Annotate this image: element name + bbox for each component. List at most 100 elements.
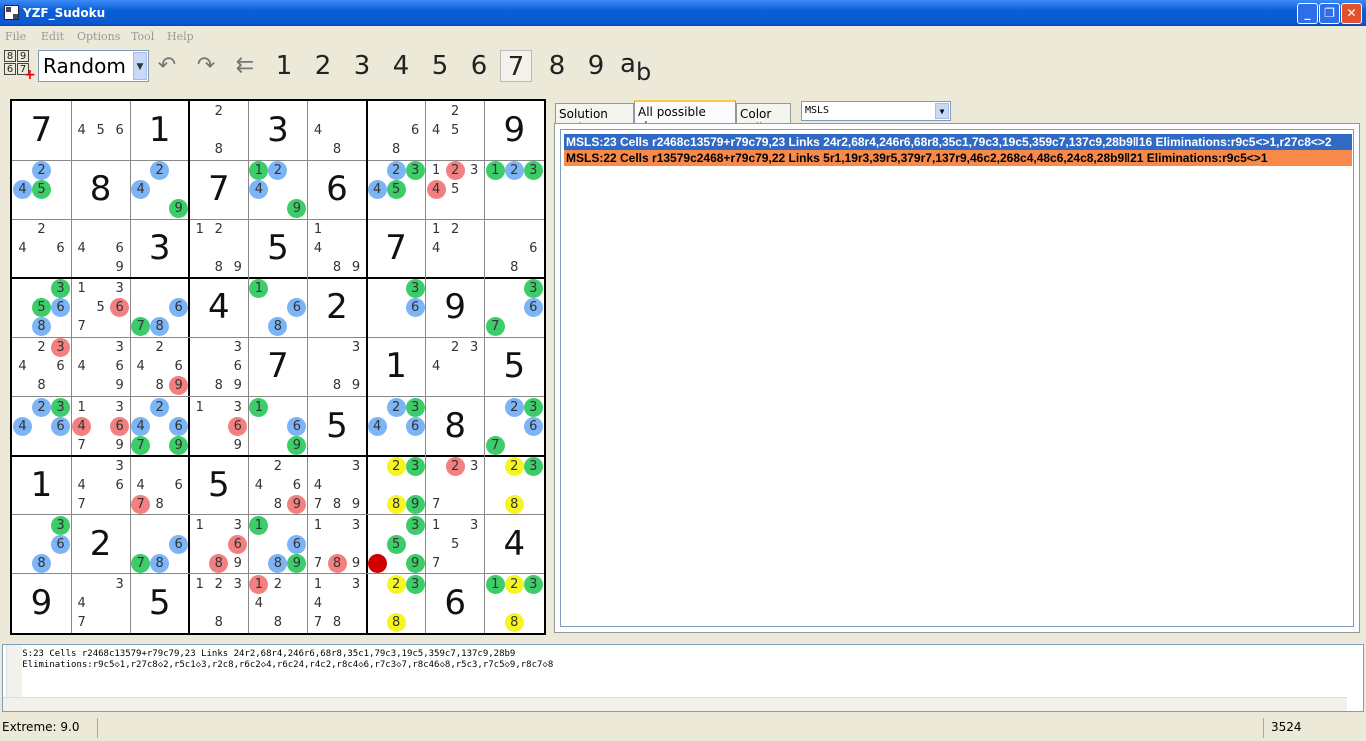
cell-r8c8[interactable]: 1 357 (426, 515, 485, 574)
maximize-button[interactable]: ❐ (1319, 3, 1340, 24)
menu-tool[interactable]: Tool (131, 30, 154, 43)
cell-r7c1[interactable]: 1 (12, 456, 71, 515)
close-button[interactable]: ✕ (1341, 3, 1362, 24)
menu-options[interactable]: Options (77, 30, 120, 43)
cell-r4c6[interactable]: 2 (308, 278, 367, 337)
cell-r5c5[interactable]: 7 (248, 337, 307, 396)
cell-r9c7[interactable]: 23 8 (367, 574, 426, 633)
back-arrow-icon[interactable]: ⇇ (231, 52, 259, 80)
step-item[interactable]: MSLS:22 Cells r13579c2468+r79c79,22 Link… (564, 150, 1352, 166)
digit-button-1[interactable]: 1 (268, 50, 300, 82)
cell-r6c5[interactable]: 169 (248, 397, 307, 456)
cell-r6c8[interactable]: 8 (426, 397, 485, 456)
digit-button-8[interactable]: 8 (541, 50, 573, 82)
digit-button-5[interactable]: 5 (424, 50, 456, 82)
menu-edit[interactable]: Edit (41, 30, 64, 43)
cell-r7c2[interactable]: 3 4 6 7 (71, 456, 130, 515)
cell-r4c5[interactable]: 168 (248, 278, 307, 337)
cell-r3c2[interactable]: 4 6 9 (71, 219, 130, 278)
cell-r8c6[interactable]: 1 3 789 (308, 515, 367, 574)
cell-r1c2[interactable]: 456 (71, 101, 130, 160)
minimize-button[interactable]: _ (1297, 3, 1318, 24)
cell-r9c6[interactable]: 1 3 4 78 (308, 574, 367, 633)
cell-r3c1[interactable]: 24 6 (12, 219, 71, 278)
cell-r9c2[interactable]: 3 4 7 (71, 574, 130, 633)
cell-r6c2[interactable]: 1 3 46 7 9 (71, 397, 130, 456)
cell-r3c8[interactable]: 124 (426, 219, 485, 278)
steps-list[interactable]: MSLS:23 Cells r2468c13579+r79c79,23 Link… (560, 129, 1354, 627)
cell-r5c4[interactable]: 3 689 (189, 337, 248, 396)
cell-r6c9[interactable]: 2367 (485, 397, 544, 456)
cell-r6c4[interactable]: 1 369 (189, 397, 248, 456)
cell-r4c2[interactable]: 1 356 7 (71, 278, 130, 337)
cell-r5c6[interactable]: 3 89 (308, 337, 367, 396)
cell-r1c4[interactable]: 28 (189, 101, 248, 160)
cell-r3c5[interactable]: 5 (248, 219, 307, 278)
cell-r4c7[interactable]: 36 (367, 278, 426, 337)
difficulty-select[interactable]: Random ▼ (38, 50, 149, 82)
cell-r1c9[interactable]: 9 (485, 101, 544, 160)
step-item[interactable]: MSLS:23 Cells r2468c13579+r79c79,23 Link… (564, 134, 1352, 150)
digit-button-3[interactable]: 3 (346, 50, 378, 82)
cell-r7c5[interactable]: 24 689 (248, 456, 307, 515)
cell-r9c4[interactable]: 123 8 (189, 574, 248, 633)
cell-r2c7[interactable]: 2345 (367, 160, 426, 219)
cell-r3c6[interactable]: 1 489 (308, 219, 367, 278)
cell-r7c6[interactable]: 3 4 789 (308, 456, 367, 515)
digit-button-6[interactable]: 6 (463, 50, 495, 82)
cell-r8c1[interactable]: 368 (12, 515, 71, 574)
cell-r1c6[interactable]: 48 (308, 101, 367, 160)
tab-color-cell[interactable]: Color Cell (736, 103, 791, 135)
cell-r3c3[interactable]: 3 (130, 219, 189, 278)
cell-r5c9[interactable]: 5 (485, 337, 544, 396)
menu-file[interactable]: File (5, 30, 26, 43)
cell-r9c5[interactable]: 1248 (248, 574, 307, 633)
cell-r2c8[interactable]: 123 45 (426, 160, 485, 219)
digit-button-7[interactable]: 7 (500, 50, 532, 82)
cell-r2c4[interactable]: 7 (189, 160, 248, 219)
digit-button-4[interactable]: 4 (385, 50, 417, 82)
cell-r5c3[interactable]: 24 689 (130, 337, 189, 396)
candidates-toggle-button[interactable]: ab (620, 49, 654, 86)
cell-r8c2[interactable]: 2 (71, 515, 130, 574)
cell-r9c8[interactable]: 6 (426, 574, 485, 633)
cell-r4c9[interactable]: 367 (485, 278, 544, 337)
cell-r7c7[interactable]: 23 89 (367, 456, 426, 515)
cell-r7c4[interactable]: 5 (189, 456, 248, 515)
horizontal-scrollbar[interactable] (3, 697, 1347, 711)
cell-r5c7[interactable]: 1 (367, 337, 426, 396)
tab-solution-path[interactable]: Solution path (555, 103, 634, 135)
cell-r9c1[interactable]: 9 (12, 574, 71, 633)
cell-r4c3[interactable]: 678 (130, 278, 189, 337)
cell-r7c8[interactable]: 23 7 (426, 456, 485, 515)
undo-icon[interactable]: ↶ (153, 52, 181, 80)
cell-r5c1[interactable]: 23 4 68 (12, 337, 71, 396)
cell-r6c7[interactable]: 2346 (367, 397, 426, 456)
cell-r4c4[interactable]: 4 (189, 278, 248, 337)
cell-r2c2[interactable]: 8 (71, 160, 130, 219)
cell-r2c6[interactable]: 6 (308, 160, 367, 219)
cell-r2c3[interactable]: 249 (130, 160, 189, 219)
cell-r5c2[interactable]: 3 4 6 9 (71, 337, 130, 396)
cell-r4c8[interactable]: 9 (426, 278, 485, 337)
digit-button-9[interactable]: 9 (580, 50, 612, 82)
cell-r6c6[interactable]: 5 (308, 397, 367, 456)
cell-r8c5[interactable]: 1689 (248, 515, 307, 574)
new-puzzle-icon[interactable]: 8 9 6 7 + (4, 50, 36, 82)
cell-r6c1[interactable]: 2346 (12, 397, 71, 456)
cell-r4c1[interactable]: 3568 (12, 278, 71, 337)
cell-r2c5[interactable]: 1249 (248, 160, 307, 219)
redo-icon[interactable]: ↷ (192, 52, 220, 80)
cell-r1c7[interactable]: 68 (367, 101, 426, 160)
cell-r1c1[interactable]: 7 (12, 101, 71, 160)
cell-r8c9[interactable]: 4 (485, 515, 544, 574)
cell-r2c9[interactable]: 123 (485, 160, 544, 219)
cell-r8c4[interactable]: 1 3689 (189, 515, 248, 574)
menu-help[interactable]: Help (167, 30, 194, 43)
cell-r8c7[interactable]: 3579 (367, 515, 426, 574)
technique-filter-select[interactable]: MSLS ▼ (801, 101, 951, 121)
cell-r1c3[interactable]: 1 (130, 101, 189, 160)
cell-r5c8[interactable]: 23 4 (426, 337, 485, 396)
step-description[interactable]: MSLS:23 Cells r2468c13579+r79c79,23 Link… (2, 644, 1364, 712)
tab-all-possible-steps[interactable]: All possible steps (634, 100, 736, 133)
